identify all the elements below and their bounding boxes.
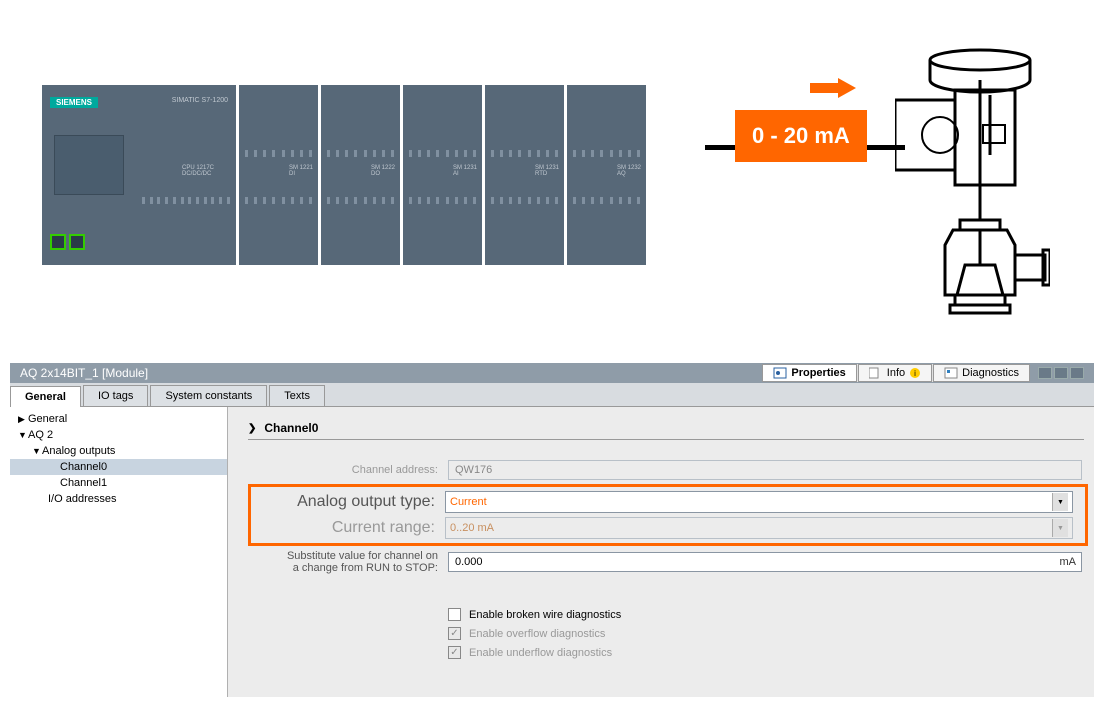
window-control-3[interactable] — [1070, 367, 1084, 379]
diagnostics-icon — [944, 367, 958, 379]
plc-series-label: SIMATIC S7-1200 — [172, 97, 228, 104]
dropdown-icon: ▼ — [1052, 519, 1068, 537]
analog-type-label: Analog output type: — [251, 493, 445, 511]
channel-address-field — [448, 460, 1082, 480]
plc-rack: SIEMENS SIMATIC S7-1200 CPU 1217C DC/DC/… — [42, 85, 649, 265]
overflow-checkbox — [448, 627, 461, 640]
content-pane: ❯ Channel0 Channel address: Analog outpu… — [228, 407, 1094, 697]
window-control-1[interactable] — [1038, 367, 1052, 379]
channel-address-label: Channel address: — [248, 464, 448, 476]
cpu-type-label: CPU 1217C DC/DC/DC — [182, 165, 236, 177]
info-icon — [869, 367, 883, 379]
plc-cpu-module: SIEMENS SIMATIC S7-1200 CPU 1217C DC/DC/… — [42, 85, 239, 265]
tab-diagnostics[interactable]: Diagnostics — [933, 364, 1030, 382]
subtab-system-constants[interactable]: System constants — [150, 385, 267, 406]
signal-value-label: 0 - 20 mA — [735, 110, 867, 162]
substitute-value-field[interactable] — [448, 552, 1082, 572]
current-range-label: Current range: — [251, 519, 445, 537]
underflow-checkbox — [448, 646, 461, 659]
panel-title: AQ 2x14BIT_1 [Module] — [20, 366, 762, 380]
section-header: ❯ Channel0 — [248, 421, 1084, 440]
tree-general[interactable]: ▶General — [10, 411, 227, 427]
tree-channel0[interactable]: Channel0 — [10, 459, 227, 475]
valve-actuator-icon — [895, 40, 1050, 340]
signal-arrow-icon — [810, 78, 860, 98]
sub-tab-bar: General IO tags System constants Texts — [10, 383, 1094, 407]
broken-wire-label: Enable broken wire diagnostics — [469, 609, 621, 621]
cpu-screen — [54, 135, 124, 195]
analog-type-select[interactable]: Current ▼ — [445, 491, 1073, 513]
info-badge-icon: i — [909, 367, 921, 379]
sm-module-3: SM 1231 AI — [403, 85, 485, 265]
panel-title-bar: AQ 2x14BIT_1 [Module] Properties Info i … — [10, 363, 1094, 383]
subtab-io-tags[interactable]: IO tags — [83, 385, 148, 406]
broken-wire-checkbox[interactable] — [448, 608, 461, 621]
highlighted-settings: Analog output type: Current ▼ Current ra… — [248, 484, 1088, 546]
siemens-logo: SIEMENS — [50, 97, 98, 108]
tab-info[interactable]: Info i — [858, 364, 932, 382]
tree-io-addresses[interactable]: I/O addresses — [10, 491, 227, 507]
underflow-label: Enable underflow diagnostics — [469, 647, 612, 659]
subtab-general[interactable]: General — [10, 386, 81, 407]
tree-analog-outputs[interactable]: ▼Analog outputs — [10, 443, 227, 459]
tab-properties[interactable]: Properties — [762, 364, 856, 382]
sm-module-2: SM 1222 DO — [321, 85, 403, 265]
window-control-2[interactable] — [1054, 367, 1068, 379]
overflow-label: Enable overflow diagnostics — [469, 628, 605, 640]
sm-module-5: SM 1232 AQ — [567, 85, 649, 265]
svg-text:i: i — [914, 369, 916, 378]
tree-channel1[interactable]: Channel1 — [10, 475, 227, 491]
sm-module-1: SM 1221 DI — [239, 85, 321, 265]
current-range-select[interactable]: 0..20 mA ▼ — [445, 517, 1073, 539]
substitute-unit: mA — [1060, 556, 1077, 568]
ethernet-ports — [50, 234, 85, 250]
substitute-label: Substitute value for channel on a change… — [248, 550, 448, 574]
subtab-texts[interactable]: Texts — [269, 385, 325, 406]
tree-aq2[interactable]: ▼AQ 2 — [10, 427, 227, 443]
dropdown-icon: ▼ — [1052, 493, 1068, 511]
properties-icon — [773, 367, 787, 379]
collapse-icon[interactable]: ❯ — [248, 423, 256, 434]
sm-module-4: SM 1231 RTD — [485, 85, 567, 265]
nav-tree: ▶General ▼AQ 2 ▼Analog outputs Channel0 … — [10, 407, 228, 697]
